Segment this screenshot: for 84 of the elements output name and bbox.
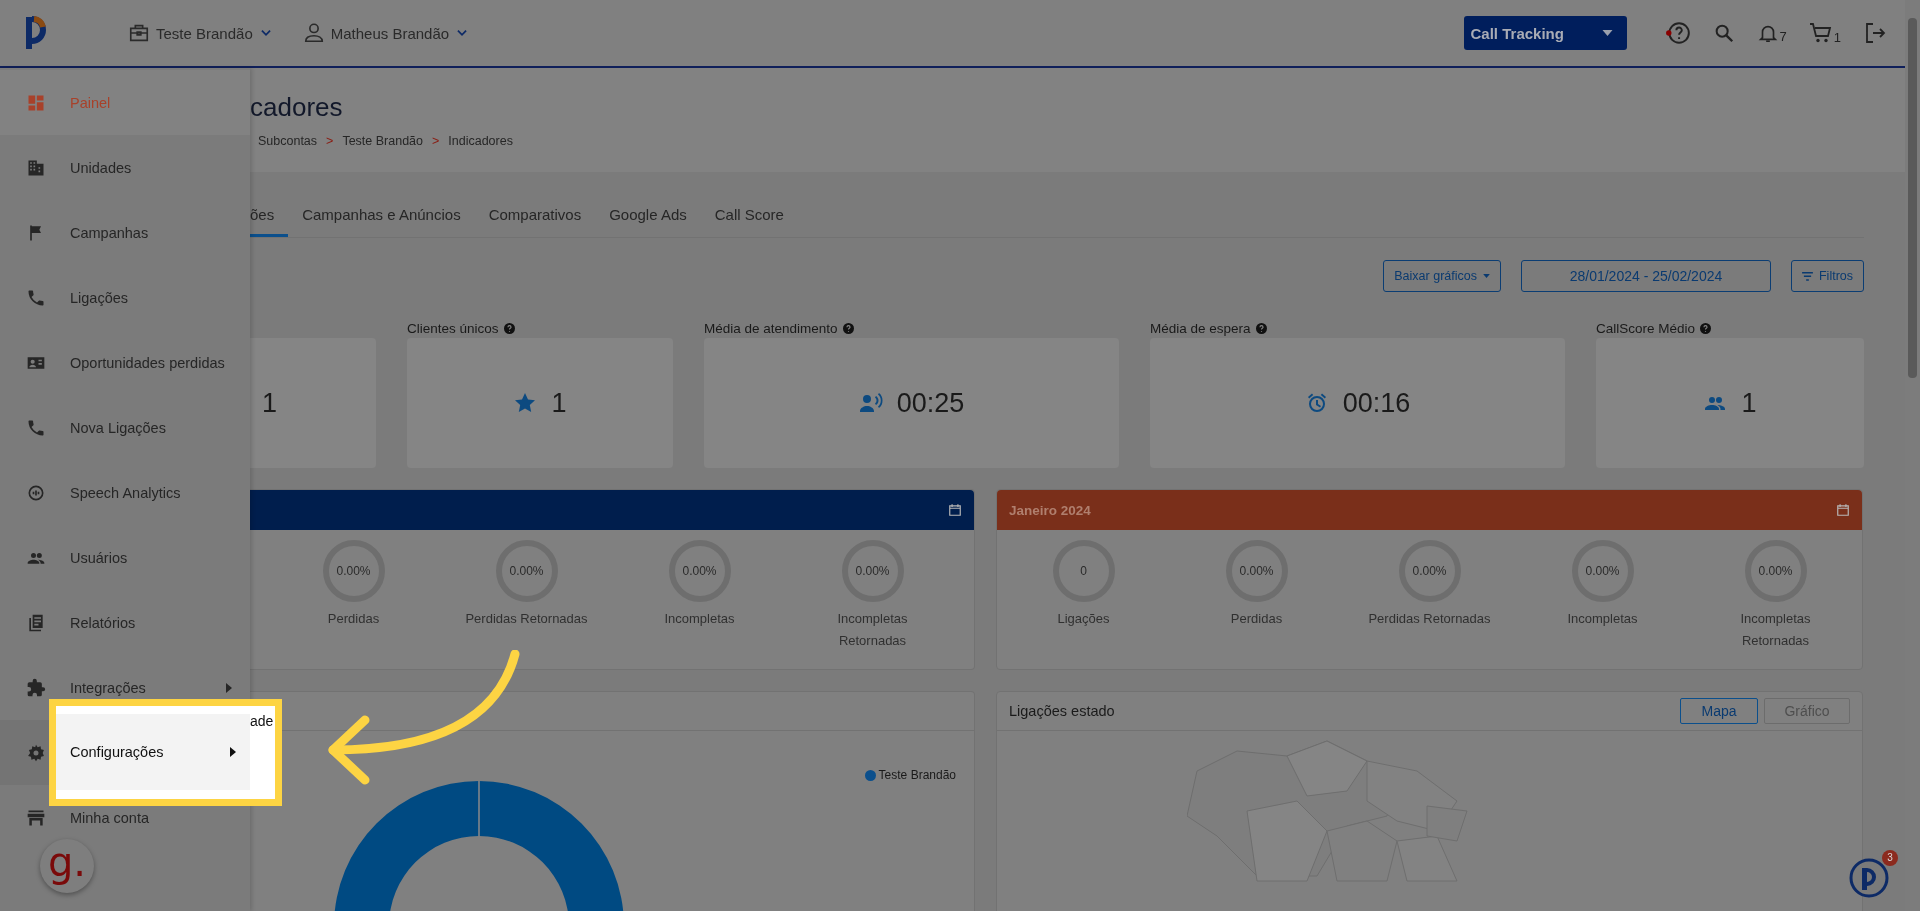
- filters-button[interactable]: Filtros: [1790, 260, 1864, 292]
- notifications-button[interactable]: 7: [1756, 22, 1787, 44]
- help-icon[interactable]: [1700, 323, 1712, 334]
- logout-icon[interactable]: [1863, 21, 1887, 45]
- download-charts-button[interactable]: Baixar gráficos: [1383, 260, 1501, 292]
- help-icon[interactable]: [1255, 323, 1267, 334]
- help-icon[interactable]: [1664, 20, 1691, 46]
- sidebar-item[interactable]: Oportunidades perdidas: [0, 330, 250, 395]
- gauge-ring: 0.00%: [322, 540, 385, 602]
- gauge-ring: 0.00%: [841, 540, 904, 602]
- gauge-ring: 0.00%: [495, 540, 558, 602]
- chart-title: Ligações estado: [1009, 703, 1115, 719]
- gauge-label: Incompletas: [1566, 610, 1639, 628]
- report-icon: [26, 612, 46, 633]
- breadcrumb-current: Indicadores: [448, 134, 513, 148]
- sidebar-item[interactable]: Campanhas: [0, 200, 250, 265]
- metric-label: Média de atendimento: [704, 321, 838, 336]
- metric-value: 00:16: [1342, 387, 1411, 419]
- gauge-label: Perdidas Retornadas: [464, 610, 589, 628]
- cart-button[interactable]: 1: [1808, 21, 1841, 45]
- account-selector[interactable]: Teste Brandão: [128, 22, 273, 44]
- page-title: cadores: [250, 92, 344, 122]
- tab[interactable]: Call Score: [700, 195, 798, 237]
- metric-value: 1: [551, 387, 567, 419]
- gauge-label: Incompletas: [663, 610, 736, 628]
- star-icon: [513, 391, 538, 415]
- sidebar-item[interactable]: Usuários: [0, 525, 250, 590]
- gauge-label: Perdidas Retornadas: [1367, 610, 1492, 628]
- gauge-ring: 0.00%: [1398, 540, 1461, 602]
- sidebar-item[interactable]: Ligações: [0, 265, 250, 330]
- user-icon: [302, 22, 325, 44]
- gauge-label: Incompletas Retornadas: [1739, 610, 1812, 650]
- tab[interactable]: Campanhas e Anúncios: [288, 195, 475, 237]
- period-title: Janeiro 2024: [1009, 502, 1091, 518]
- caret-icon: [1482, 274, 1490, 278]
- tab[interactable]: Google Ads: [595, 195, 701, 237]
- gauge-ring: 0.00%: [1744, 540, 1807, 602]
- breadcrumb-separator: >: [432, 134, 440, 148]
- metric-value: 1: [262, 387, 278, 419]
- metric-value: 1: [1741, 387, 1757, 419]
- gauge-ring: 0: [1052, 540, 1115, 602]
- date-range-picker[interactable]: 28/01/2024 - 25/02/2024: [1520, 260, 1771, 292]
- caret-right-icon: [226, 682, 232, 693]
- notification-badge: 3: [1882, 850, 1898, 866]
- guide-badge[interactable]: g.: [40, 839, 94, 893]
- help-icon[interactable]: [842, 323, 854, 334]
- caret-right-icon: [230, 747, 236, 757]
- gauge-ring: 0.00%: [1225, 540, 1288, 602]
- sidebar-item[interactable]: Unidades: [0, 135, 250, 200]
- tab[interactable]: Comparativos: [474, 195, 596, 237]
- chart-title: ade: [250, 713, 274, 729]
- sidebar-item[interactable]: Nova Ligações: [0, 395, 250, 460]
- briefcase-icon: [128, 22, 150, 44]
- user-menu[interactable]: Matheus Brandão: [302, 22, 470, 44]
- metric-label: CallScore Médio: [1596, 321, 1696, 336]
- caret-icon: [1601, 30, 1613, 36]
- calendar-icon[interactable]: [948, 503, 962, 517]
- metric-label: Clientes únicos: [407, 321, 499, 336]
- settings-icon: [26, 742, 46, 763]
- puzzle-icon: [26, 677, 46, 698]
- help-icon[interactable]: [503, 323, 515, 334]
- calendar-icon[interactable]: [1836, 503, 1850, 517]
- settings-menu-item[interactable]: Configurações: [56, 714, 250, 790]
- tab[interactable]: ões: [250, 195, 289, 237]
- filter-icon: [1801, 271, 1813, 281]
- metric-value: 00:25: [896, 387, 965, 419]
- product-dropdown[interactable]: Call Tracking: [1463, 16, 1627, 50]
- legend-dot-icon: [864, 769, 876, 781]
- gauge-label: Perdidas: [326, 610, 381, 628]
- gauge-ring: 0.00%: [668, 540, 731, 602]
- gauge-ring: 0.00%: [1571, 540, 1634, 602]
- breadcrumb-link[interactable]: Teste Brandão: [342, 134, 423, 148]
- legend-label: Teste Brandão: [878, 768, 956, 782]
- cart-icon: [1808, 21, 1833, 45]
- metric-label: Média de espera: [1150, 321, 1251, 336]
- sidebar-item[interactable]: Speech Analytics: [0, 460, 250, 525]
- breadcrumb-link[interactable]: Subcontas: [258, 134, 318, 148]
- gauge-label: Incompletas Retornadas: [836, 610, 909, 650]
- breadcrumb-separator: >: [326, 134, 334, 148]
- sidebar-item[interactable]: Relatórios: [0, 590, 250, 655]
- view-toggle-button[interactable]: Mapa: [1680, 698, 1758, 724]
- speaking-person-icon: [858, 391, 883, 415]
- gauge-label: Ligações: [1056, 610, 1111, 628]
- gauge-label: Perdidas: [1229, 610, 1284, 628]
